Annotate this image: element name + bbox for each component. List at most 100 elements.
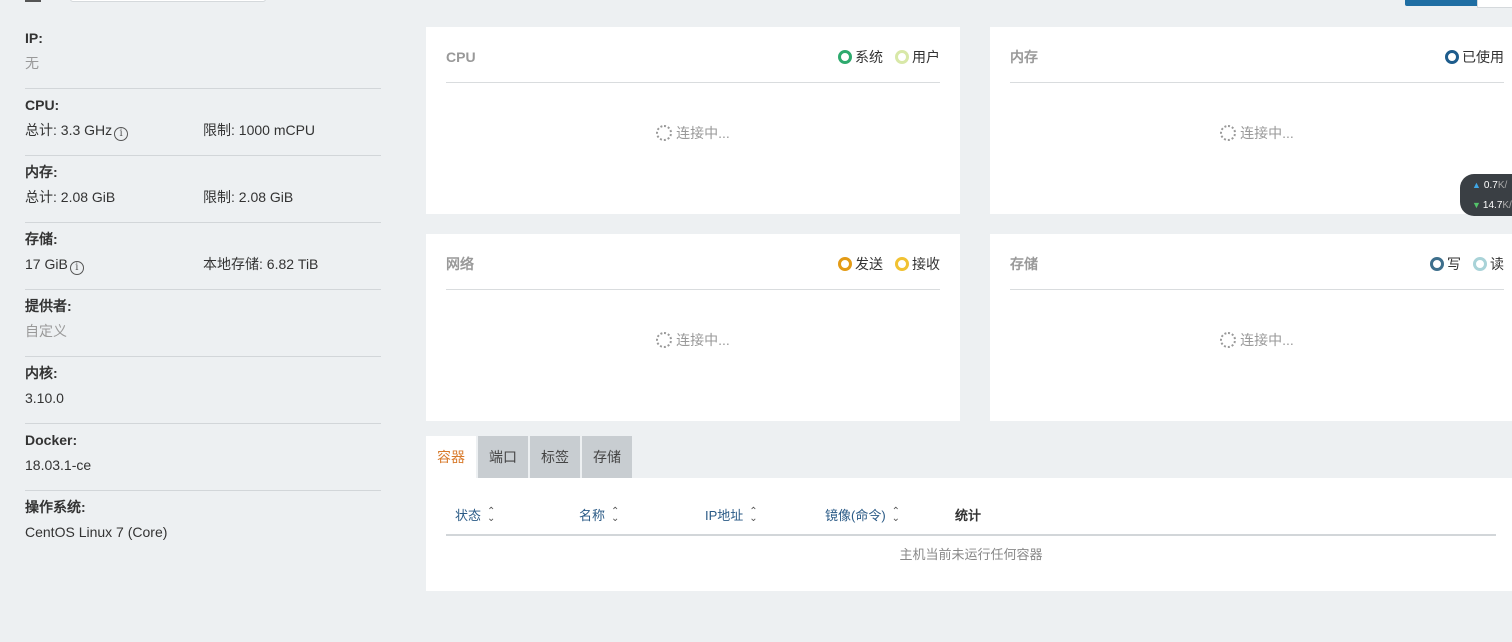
docker-label: Docker:	[25, 432, 78, 448]
tab-storage[interactable]: 存储	[582, 436, 632, 478]
provider-value: 自定义	[25, 323, 67, 339]
legend-dot-icon	[838, 256, 852, 271]
card-title: 网络	[446, 255, 474, 272]
cpu-label: CPU:	[25, 97, 60, 113]
memory-limit: 限制: 2.08 GiB	[203, 189, 294, 205]
legend-dot-icon	[838, 49, 852, 64]
arrow-up-icon: ▲	[1472, 180, 1481, 190]
info-provider: 提供者: 自定义	[25, 290, 381, 357]
tab-ports[interactable]: 端口	[478, 436, 528, 478]
legend: 已使用	[1433, 47, 1504, 67]
legend-dot-icon	[895, 49, 909, 64]
status-text: 连接中...	[676, 332, 730, 348]
network-card: 网络 发送 接收 连接中...	[426, 234, 960, 421]
tab-containers[interactable]: 容器	[426, 436, 476, 478]
detail-tabs: 容器 端口 标签 存储	[426, 436, 634, 478]
card-status: 连接中...	[446, 83, 940, 183]
legend: 系统 用户	[826, 47, 940, 67]
legend-item[interactable]: 接收	[895, 254, 940, 274]
top-secondary-button[interactable]	[1477, 0, 1512, 8]
ip-value: 无	[25, 55, 39, 71]
legend-label: 写	[1447, 255, 1461, 272]
storage-label: 存储:	[25, 231, 58, 247]
table-header: 状态 ⌃ ⌄ 名称 ⌃ ⌄ IP地址 ⌃ ⌄ 镜像(命令) ⌃ ⌄ 统计	[446, 478, 1496, 536]
search-icon	[25, 0, 41, 2]
legend-dot-icon	[1473, 256, 1487, 271]
host-info-panel: IP: 无 CPU: 总计: 3.3 GHz i 限制: 1000 mCPU 内存…	[25, 22, 381, 558]
status-text: 连接中...	[1240, 332, 1294, 348]
cpu-card: CPU 系统 用户 连接中...	[426, 27, 960, 214]
memory-label: 内存:	[25, 164, 58, 180]
info-os: 操作系统: CentOS Linux 7 (Core)	[25, 491, 381, 558]
sort-icon: ⌃ ⌄	[611, 505, 620, 524]
info-memory: 内存: 总计: 2.08 GiB 限制: 2.08 GiB	[25, 156, 381, 223]
network-speed-widget[interactable]: ▲ 0.7 K/ ▼ 14.7 K/	[1460, 174, 1512, 216]
card-title: 内存	[1010, 48, 1038, 65]
legend-item[interactable]: 发送	[838, 254, 883, 274]
empty-message: 主机当前未运行任何容器	[899, 547, 1043, 562]
spinner-icon	[656, 332, 673, 348]
legend-item[interactable]: 系统	[838, 47, 883, 67]
spinner-icon	[656, 125, 673, 141]
legend-item[interactable]: 写	[1430, 254, 1461, 274]
kernel-label: 内核:	[25, 365, 58, 381]
storage-card: 存储 写 读 连接中...	[990, 234, 1512, 421]
ip-label: IP:	[25, 30, 43, 46]
storage-local: 本地存储: 6.82 TiB	[203, 256, 319, 272]
info-icon[interactable]: i	[114, 127, 129, 141]
column-header-image[interactable]: 镜像(命令) ⌃ ⌄	[825, 505, 955, 524]
memory-card: 内存 已使用 连接中...	[990, 27, 1512, 214]
legend-label: 发送	[855, 255, 883, 272]
status-text: 连接中...	[1240, 125, 1294, 141]
memory-total: 总计: 2.08 GiB	[25, 189, 116, 205]
info-ip: IP: 无	[25, 22, 381, 89]
info-storage: 存储: 17 GiB i 本地存储: 6.82 TiB	[25, 223, 381, 290]
os-value: CentOS Linux 7 (Core)	[25, 524, 168, 540]
info-cpu: CPU: 总计: 3.3 GHz i 限制: 1000 mCPU	[25, 89, 381, 156]
top-input[interactable]	[70, 0, 266, 2]
card-title: 存储	[1010, 255, 1038, 272]
column-header-state[interactable]: 状态 ⌃ ⌄	[446, 505, 579, 524]
download-unit: K/	[1502, 199, 1512, 211]
sort-icon: ⌃ ⌄	[487, 505, 496, 524]
os-label: 操作系统:	[25, 499, 86, 515]
legend: 写 读	[1418, 254, 1504, 274]
card-status: 连接中...	[1010, 83, 1504, 183]
docker-value: 18.03.1-ce	[25, 457, 92, 473]
legend-dot-icon	[1445, 49, 1459, 64]
upload-unit: K/	[1497, 179, 1508, 191]
legend-label: 已使用	[1462, 48, 1504, 65]
info-kernel: 内核: 3.10.0	[25, 357, 381, 424]
column-header-ip[interactable]: IP地址 ⌃ ⌄	[705, 505, 825, 524]
legend-label: 接收	[912, 255, 940, 272]
legend-label: 用户	[912, 48, 940, 65]
spinner-icon	[1220, 332, 1237, 348]
cpu-total: 总计: 3.3 GHz	[25, 122, 113, 138]
legend-dot-icon	[895, 256, 909, 271]
legend-label: 读	[1490, 255, 1504, 272]
storage-total: 17 GiB	[25, 256, 68, 272]
provider-label: 提供者:	[25, 298, 72, 314]
legend-dot-icon	[1430, 256, 1444, 271]
legend: 发送 接收	[826, 254, 940, 274]
column-header-name[interactable]: 名称 ⌃ ⌄	[579, 505, 705, 524]
legend-item[interactable]: 用户	[895, 47, 940, 67]
top-primary-button[interactable]	[1405, 0, 1477, 6]
sort-icon: ⌃ ⌄	[891, 505, 901, 524]
cpu-limit: 限制: 1000 mCPU	[203, 122, 316, 138]
arrow-down-icon: ▼	[1472, 200, 1481, 210]
card-status: 连接中...	[446, 290, 940, 390]
column-header-stats: 统计	[955, 508, 982, 523]
sort-icon: ⌃ ⌄	[749, 505, 758, 524]
card-title: CPU	[446, 48, 476, 65]
info-docker: Docker: 18.03.1-ce	[25, 424, 381, 491]
kernel-value: 3.10.0	[25, 390, 64, 406]
legend-item[interactable]: 读	[1473, 254, 1504, 274]
info-icon[interactable]: i	[69, 261, 84, 275]
spinner-icon	[1220, 125, 1237, 141]
legend-item[interactable]: 已使用	[1445, 47, 1504, 67]
legend-label: 系统	[855, 48, 883, 65]
tab-labels[interactable]: 标签	[530, 436, 580, 478]
status-text: 连接中...	[676, 125, 730, 141]
download-speed: 14.7	[1482, 199, 1503, 211]
